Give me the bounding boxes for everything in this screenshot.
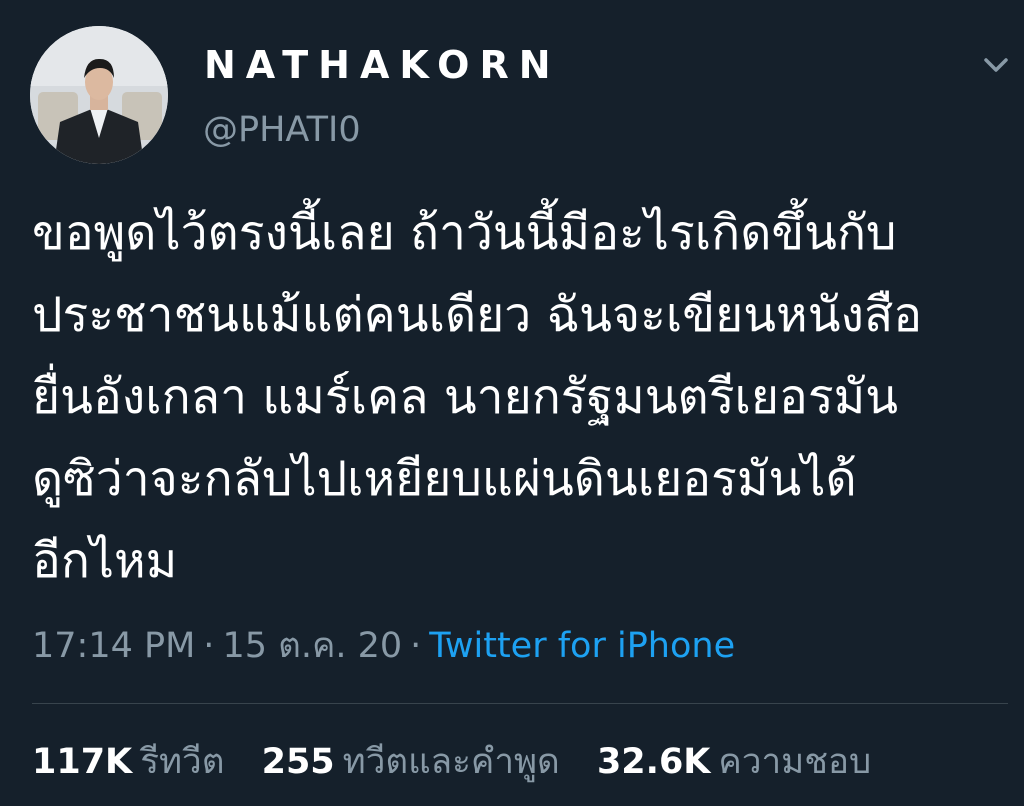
avatar-photo <box>30 26 168 164</box>
display-name[interactable]: NATHAKORN <box>204 42 561 88</box>
engagement-stats: 117K รีทวีต 255 ทวีตและคำพูด 32.6K ความชอบ <box>32 738 897 786</box>
retweets-stat[interactable]: 117K รีทวีต <box>32 738 224 786</box>
meta-separator: · <box>410 626 422 666</box>
tweet-text: ขอพูดไว้ตรงนี้เลย ถ้าวันนี้มีอะไรเกิดขึ้… <box>32 192 1002 602</box>
quote-tweets-label: ทวีตและคำพูด <box>342 742 560 782</box>
meta-separator: · <box>203 626 215 666</box>
tweet-meta: 17:14 PM · 15 ต.ค. 20 · Twitter for iPhone <box>32 622 735 670</box>
quote-tweets-stat[interactable]: 255 ทวีตและคำพูด <box>262 738 560 786</box>
tweet-text-line: ขอพูดไว้ตรงนี้เลย ถ้าวันนี้มีอะไรเกิดขึ้… <box>32 205 897 261</box>
likes-stat[interactable]: 32.6K ความชอบ <box>597 738 871 786</box>
quote-tweets-count: 255 <box>261 742 335 782</box>
tweet-detail: NATHAKORN @PHATI0 ขอพูดไว้ตรงนี้เลย ถ้าว… <box>0 0 1024 806</box>
tweet-time[interactable]: 17:14 PM <box>32 626 195 666</box>
divider <box>32 703 1008 704</box>
tweet-text-line: อีกไหม <box>32 533 178 589</box>
tweet-date[interactable]: 15 ต.ค. 20 <box>222 626 402 666</box>
user-handle[interactable]: @PHATI0 <box>203 108 361 152</box>
likes-label: ความชอบ <box>718 742 872 782</box>
avatar[interactable] <box>30 26 168 164</box>
retweets-label: รีทวีต <box>140 742 225 782</box>
retweets-count: 117K <box>32 742 133 782</box>
tweet-text-line: ดูซิว่าจะกลับไปเหยียบแผ่นดินเยอรมันได้ <box>32 451 857 507</box>
tweet-text-line: ประชาชนแม้แต่คนเดียว ฉันจะเขียนหนังสือ <box>32 287 923 343</box>
tweet-text-line: ยื่นอังเกลา แมร์เคล นายกรัฐมนตรีเยอรมัน <box>32 369 899 425</box>
chevron-down-icon[interactable] <box>978 50 1014 78</box>
tweet-source-link[interactable]: Twitter for iPhone <box>429 626 735 666</box>
likes-count: 32.6K <box>596 742 711 782</box>
